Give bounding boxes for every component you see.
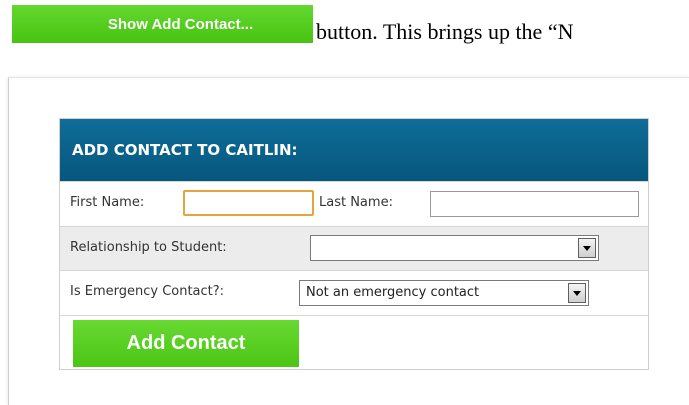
relationship-label: Relationship to Student: — [70, 240, 227, 255]
instruction-text: button. This brings up the “N — [316, 19, 574, 44]
name-row: First Name: Last Name: — [60, 181, 648, 226]
first-name-label: First Name: — [70, 195, 145, 210]
last-name-input[interactable] — [430, 191, 639, 217]
last-name-label: Last Name: — [319, 195, 393, 210]
add-contact-button[interactable]: Add Contact — [73, 320, 299, 367]
relationship-row: Relationship to Student: — [60, 226, 648, 270]
chevron-down-icon[interactable] — [578, 238, 596, 258]
emergency-select[interactable]: Not an emergency contact — [299, 280, 589, 306]
emergency-row: Is Emergency Contact?: Not an emergency … — [60, 270, 648, 315]
form-header: ADD CONTACT TO CAITLIN: — [60, 119, 648, 181]
add-contact-form: ADD CONTACT TO CAITLIN: First Name: Last… — [59, 118, 649, 370]
submit-row: Add Contact — [60, 315, 648, 369]
show-add-contact-button[interactable]: Show Add Contact... — [12, 5, 313, 43]
chevron-down-icon[interactable] — [568, 283, 586, 303]
instruction-line: Show Add Contact... button. This brings … — [12, 5, 689, 44]
emergency-select-value: Not an emergency contact — [306, 285, 480, 300]
emergency-label: Is Emergency Contact?: — [70, 284, 225, 299]
first-name-input[interactable] — [183, 190, 314, 216]
relationship-select[interactable] — [310, 235, 599, 261]
